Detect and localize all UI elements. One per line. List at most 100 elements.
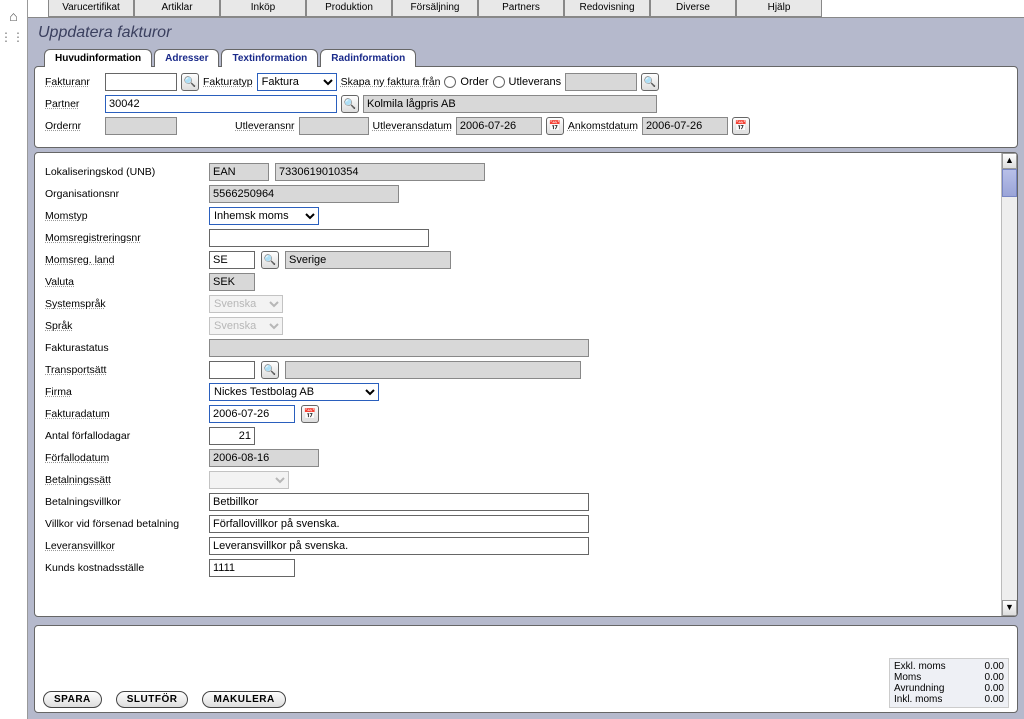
fakturanr-input[interactable]: [105, 73, 177, 91]
ankomstdatum-value: 2006-07-26: [642, 117, 728, 135]
menu-hjalp[interactable]: Hjälp: [736, 0, 822, 17]
momsreg-land-label: Momsreg. land: [45, 254, 203, 266]
menu-icon[interactable]: ⋮⋮⋮: [0, 30, 27, 44]
utleveransdatum-value: 2006-07-26: [456, 117, 542, 135]
inkl-moms-label: Inkl. moms: [894, 694, 942, 705]
fakturanr-search-icon[interactable]: 🔍: [181, 73, 199, 91]
scroll-down-icon[interactable]: ▼: [1002, 600, 1017, 616]
fakturatyp-label: Fakturatyp: [203, 76, 253, 88]
ankomstdatum-label: Ankomstdatum: [568, 120, 638, 132]
avrundning-value: 0.00: [985, 683, 1004, 694]
partner-search-icon[interactable]: 🔍: [341, 95, 359, 113]
exkl-moms-label: Exkl. moms: [894, 661, 946, 672]
valuta-value: SEK: [209, 273, 255, 291]
partner-label: Partner: [45, 98, 101, 110]
utleveransdatum-calendar-icon[interactable]: 📅: [546, 117, 564, 135]
skapa-label: Skapa ny faktura från: [341, 76, 441, 88]
tab-huvudinformation[interactable]: Huvudinformation: [44, 49, 152, 67]
organisationsnr-value: 5566250964: [209, 185, 399, 203]
avrundning-label: Avrundning: [894, 683, 944, 694]
organisationsnr-label: Organisationsnr: [45, 188, 203, 200]
menu-forsaljning[interactable]: Försäljning: [392, 0, 478, 17]
momsregistreringsnr-label: Momsregistreringsnr: [45, 232, 203, 244]
transportsatt-code[interactable]: [209, 361, 255, 379]
menu-varucertifikat[interactable]: Varucertifikat: [48, 0, 134, 17]
slutfor-button[interactable]: SLUTFÖR: [116, 691, 189, 708]
top-menu: Varucertifikat Artiklar Inköp Produktion…: [28, 0, 1024, 18]
totals-box: Exkl. moms 0.00 Moms 0.00 Avrundning 0.00 I…: [889, 658, 1009, 708]
antal-forfallodagar-input[interactable]: [209, 427, 255, 445]
tab-radinformation[interactable]: Radinformation: [320, 49, 416, 67]
fakturatyp-select[interactable]: Faktura: [257, 73, 337, 91]
transportsatt-desc: [285, 361, 581, 379]
partner-input[interactable]: [105, 95, 337, 113]
scroll-up-icon[interactable]: ▲: [1002, 153, 1017, 169]
betalningsvillkor-label: Betalningsvillkor: [45, 496, 203, 508]
fakturadatum-input[interactable]: [209, 405, 295, 423]
order-radio[interactable]: [444, 76, 456, 88]
leveransvillkor-input[interactable]: [209, 537, 589, 555]
menu-artiklar[interactable]: Artiklar: [134, 0, 220, 17]
ankomstdatum-calendar-icon[interactable]: 📅: [732, 117, 750, 135]
betalningssatt-select: [209, 471, 289, 489]
firma-select[interactable]: Nickes Testbolag AB: [209, 383, 379, 401]
fakturanr-label: Fakturanr: [45, 76, 101, 88]
tab-textinformation[interactable]: Textinformation: [221, 49, 318, 67]
leveransvillkor-label: Leveransvillkor: [45, 540, 203, 552]
tab-adresser[interactable]: Adresser: [154, 49, 219, 67]
fakturastatus-value: [209, 339, 589, 357]
menu-partners[interactable]: Partners: [478, 0, 564, 17]
villkor-forsenad-label: Villkor vid försenad betalning: [45, 518, 203, 530]
page-title: Uppdatera fakturor: [28, 18, 1024, 44]
antal-forfallodagar-label: Antal förfallodagar: [45, 430, 203, 442]
momstyp-select[interactable]: Inhemsk moms: [209, 207, 319, 225]
lokaliseringskod-type: EAN: [209, 163, 269, 181]
utleverans-radio[interactable]: [493, 76, 505, 88]
betalningssatt-label: Betalningssätt: [45, 474, 203, 486]
systemsprak-select: Svenska: [209, 295, 283, 313]
order-label: Order: [460, 76, 488, 88]
menu-diverse[interactable]: Diverse: [650, 0, 736, 17]
lokaliseringskod-label: Lokaliseringskod (UNB): [45, 166, 203, 178]
menu-redovisning[interactable]: Redovisning: [564, 0, 650, 17]
home-icon[interactable]: ⌂: [0, 8, 27, 24]
valuta-label: Valuta: [45, 276, 203, 288]
moms-label: Moms: [894, 672, 921, 683]
makulera-button[interactable]: MAKULERA: [202, 691, 285, 708]
momsreg-land-search-icon[interactable]: 🔍: [261, 251, 279, 269]
spara-button[interactable]: SPARA: [43, 691, 102, 708]
utleveransdatum-label: Utleveransdatum: [373, 120, 452, 132]
sprak-select: Svenska: [209, 317, 283, 335]
momstyp-label: Momstyp: [45, 210, 203, 222]
transportsatt-label: Transportsätt: [45, 364, 203, 376]
betalningsvillkor-input[interactable]: [209, 493, 589, 511]
utleverans-label: Utleverans: [509, 76, 562, 88]
partner-name: Kolmila lågpris AB: [363, 95, 657, 113]
kunds-kostnadsstalle-label: Kunds kostnadsställe: [45, 562, 203, 574]
transportsatt-search-icon[interactable]: 🔍: [261, 361, 279, 379]
villkor-forsenad-input[interactable]: [209, 515, 589, 533]
firma-label: Firma: [45, 386, 203, 398]
kunds-kostnadsstalle-input[interactable]: [209, 559, 295, 577]
momsreg-land-name: Sverige: [285, 251, 451, 269]
skapa-search-icon[interactable]: 🔍: [641, 73, 659, 91]
forfallodatum-label: Förfallodatum: [45, 452, 203, 464]
exkl-moms-value: 0.00: [985, 661, 1004, 672]
scrollbar[interactable]: ▲ ▼: [1001, 153, 1017, 616]
inkl-moms-value: 0.00: [985, 694, 1004, 705]
utleveransnr-label: Utleveransnr: [235, 120, 295, 132]
ordernr-label: Ordernr: [45, 120, 101, 132]
momsregistreringsnr-input[interactable]: [209, 229, 429, 247]
ordernr-value: [105, 117, 177, 135]
fakturastatus-label: Fakturastatus: [45, 342, 203, 354]
forfallodatum-value: 2006-08-16: [209, 449, 319, 467]
systemsprak-label: Systemspråk: [45, 298, 203, 310]
scroll-thumb[interactable]: [1002, 169, 1017, 197]
menu-produktion[interactable]: Produktion: [306, 0, 392, 17]
fakturadatum-calendar-icon[interactable]: 📅: [301, 405, 319, 423]
utleveransnr-value: [299, 117, 369, 135]
momsreg-land-code[interactable]: [209, 251, 255, 269]
menu-inkop[interactable]: Inköp: [220, 0, 306, 17]
sprak-label: Språk: [45, 320, 203, 332]
skapa-value: [565, 73, 637, 91]
